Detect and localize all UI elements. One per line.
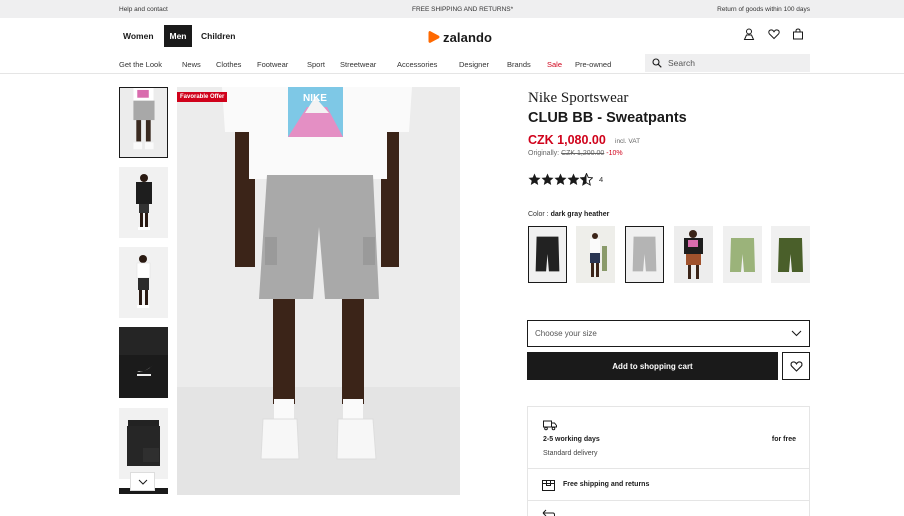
original-prefix: Originally: [528,150,560,157]
thumbnail-scroll-down-button[interactable] [130,472,155,491]
nav-accessories[interactable]: Accessories [397,60,437,69]
review-count: 4 [599,175,604,184]
thumbnail-2[interactable] [119,167,168,238]
truck-icon [543,420,557,431]
delivery-method: Standard delivery [543,450,598,457]
product-name: CLUB BB - Sweatpants [528,110,687,126]
size-select[interactable]: Choose your size [527,320,810,347]
user-icon[interactable] [743,28,755,40]
shipping-banner[interactable]: FREE SHIPPING AND RETURNS* [412,6,513,13]
discount-percent: -10% [606,150,623,157]
thumbnail-3[interactable] [119,247,168,318]
color-swatch-olive[interactable] [771,226,810,283]
search-placeholder: Search [668,58,695,68]
nav-footwear[interactable]: Footwear [257,60,288,69]
heart-icon[interactable] [768,28,780,40]
logo-text: zalando [443,29,493,45]
thumbnail-4[interactable] [119,327,168,398]
top-info-bar: Help and contact FREE SHIPPING AND RETUR… [0,0,904,18]
original-price: CZK 1,200.00 [561,150,605,157]
nav-get-the-look[interactable]: Get the Look [119,60,162,69]
gender-men[interactable]: Men [164,25,192,47]
chevron-down-icon [791,330,802,337]
rating-stars[interactable]: 4 [528,173,603,186]
size-placeholder: Choose your size [535,329,597,338]
search-icon [652,58,662,68]
nav-designer[interactable]: Designer [459,60,489,69]
search-input[interactable]: Search [645,54,810,72]
product-price: CZK 1,080.00 [528,133,606,147]
returns-banner[interactable]: Return of goods within 100 days [717,6,810,13]
original-price-line: Originally: CZK 1,200.00 -10% [528,150,623,157]
chevron-down-icon [138,479,147,485]
heart-icon [789,361,803,372]
product-main-image[interactable]: NIKE [177,87,460,495]
star-full-icon [541,173,554,185]
gender-children[interactable]: Children [197,25,239,47]
color-value: dark gray heather [550,211,610,218]
nav-news[interactable]: News [182,60,201,69]
delivery-days: 2-5 working days [543,436,600,443]
color-swatch-black[interactable] [528,226,567,283]
color-label-prefix: Color : [528,211,549,218]
zalando-logo-icon [428,31,440,43]
nav-streetwear[interactable]: Streetwear [340,60,376,69]
color-swatch-navy[interactable] [576,226,615,283]
color-swatch-light-green[interactable] [723,226,762,283]
color-swatch-dark-gray-heather[interactable] [625,226,664,283]
color-label: Color : dark gray heather [528,211,609,218]
vat-note: incl. VAT [615,138,641,145]
nav-brands[interactable]: Brands [507,60,531,69]
package-icon [542,480,555,491]
color-swatch-brown[interactable] [674,226,713,283]
nav-clothes[interactable]: Clothes [216,60,241,69]
svg-text:NIKE: NIKE [303,93,327,104]
help-link[interactable]: Help and contact [119,6,168,13]
delivery-info: 2-5 working days for free Standard deliv… [527,406,810,516]
add-to-cart-button[interactable]: Add to shopping cart [527,352,778,380]
gender-women[interactable]: Women [119,25,158,47]
delivery-price: for free [771,436,796,443]
star-half-icon [580,173,593,186]
star-full-icon [528,173,541,185]
nav-sale[interactable]: Sale [547,60,562,69]
star-full-icon [567,173,580,185]
wishlist-button[interactable] [782,352,810,380]
zalando-logo[interactable]: zalando [428,28,492,46]
product-brand[interactable]: Nike Sportswear [528,90,628,107]
favorable-offer-badge: Favorable Offer [177,92,228,102]
free-shipping-text: Free shipping and returns [563,481,650,488]
thumbnail-5[interactable] [119,408,168,479]
delivery-standard-row: 2-5 working days for free Standard deliv… [528,407,809,469]
star-full-icon [554,173,567,185]
header: Women Men Children zalando Get the Look … [0,18,904,74]
bag-icon[interactable] [792,28,804,40]
nav-sport[interactable]: Sport [307,60,325,69]
thumbnail-1[interactable] [119,87,168,158]
nav-pre-owned[interactable]: Pre-owned [575,60,611,69]
return-icon [542,509,555,516]
free-shipping-row[interactable]: Free shipping and returns [528,469,809,501]
